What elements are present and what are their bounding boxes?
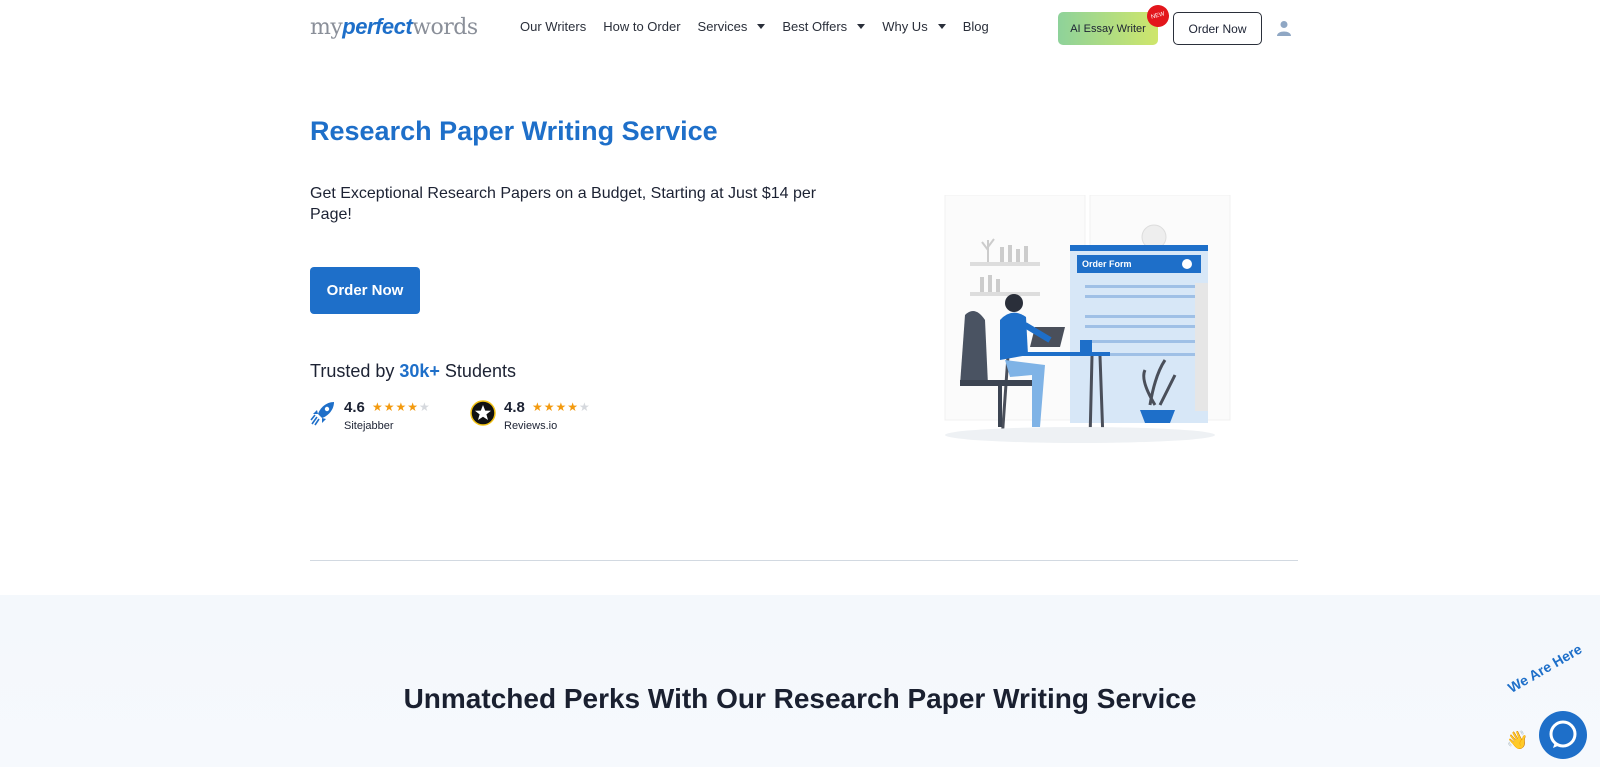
page-title: Research Paper Writing Service: [310, 116, 718, 146]
nav-label: Our Writers: [520, 19, 587, 34]
logo-my: my: [310, 15, 343, 40]
chevron-down-icon: [937, 24, 946, 29]
perks-section: [0, 595, 1600, 767]
rating-score: 4.6: [344, 399, 365, 416]
rating-source: Sitejabber: [344, 420, 394, 432]
ai-essay-writer-button[interactable]: AI Essay Writer: [1058, 12, 1158, 45]
trusted-text: Trusted by 30k+ Students: [310, 361, 516, 382]
rating-sitejabber[interactable]: 4.6 ★★★★★ Sitejabber: [310, 398, 450, 434]
hero-illustration: Order Form: [944, 195, 1231, 443]
logo-words: words: [412, 15, 478, 40]
nav-best-offers[interactable]: Best Offers: [782, 19, 866, 34]
nav-how-to-order[interactable]: How to Order: [603, 19, 680, 34]
nav-services[interactable]: Services: [698, 19, 766, 34]
nav-our-writers[interactable]: Our Writers: [520, 19, 586, 34]
chevron-down-icon: [857, 24, 866, 29]
rating-reviews-io[interactable]: 4.8 ★★★★★ Reviews.io: [470, 398, 610, 434]
chat-icon: [1549, 720, 1577, 748]
nav-blog[interactable]: Blog: [963, 19, 989, 34]
rating-score: 4.8: [504, 399, 525, 416]
section-divider: [310, 560, 1298, 561]
star-badge-icon: [470, 400, 496, 426]
nav-label: Why Us: [882, 19, 928, 34]
logo-perfect: perfect: [342, 14, 413, 39]
main-nav: Our Writers How to Order Services Best O…: [520, 19, 989, 34]
trusted-suffix: Students: [439, 361, 516, 381]
nav-label: Blog: [962, 19, 989, 34]
nav-why-us[interactable]: Why Us: [882, 19, 946, 34]
site-header: myperfectwords Our Writers How to Order …: [0, 0, 1600, 58]
rating-source: Reviews.io: [504, 420, 558, 432]
chat-button[interactable]: [1539, 711, 1587, 759]
hero-order-now-button[interactable]: Order Now: [310, 267, 420, 314]
wave-hand-icon: 👋: [1506, 730, 1529, 750]
nav-label: Services: [697, 19, 748, 34]
trusted-prefix: Trusted by: [310, 361, 400, 381]
ai-button-label: AI Essay Writer: [1070, 22, 1146, 35]
perks-title: Unmatched Perks With Our Research Paper …: [403, 683, 1197, 714]
site-logo[interactable]: myperfectwords: [310, 14, 478, 40]
rocket-icon: [310, 402, 334, 426]
order-form-label: Order Form: [1082, 259, 1132, 269]
header-order-now-button[interactable]: Order Now: [1173, 12, 1262, 45]
nav-label: Best Offers: [782, 19, 848, 34]
trusted-count: 30k+: [399, 361, 440, 381]
nav-label: How to Order: [603, 19, 681, 34]
user-icon[interactable]: [1277, 20, 1291, 36]
star-rating: ★★★★★: [372, 400, 431, 414]
chevron-down-icon: [757, 24, 766, 29]
hero-subtitle: Get Exceptional Research Papers on a Bud…: [310, 185, 817, 223]
star-rating: ★★★★★: [532, 400, 591, 414]
